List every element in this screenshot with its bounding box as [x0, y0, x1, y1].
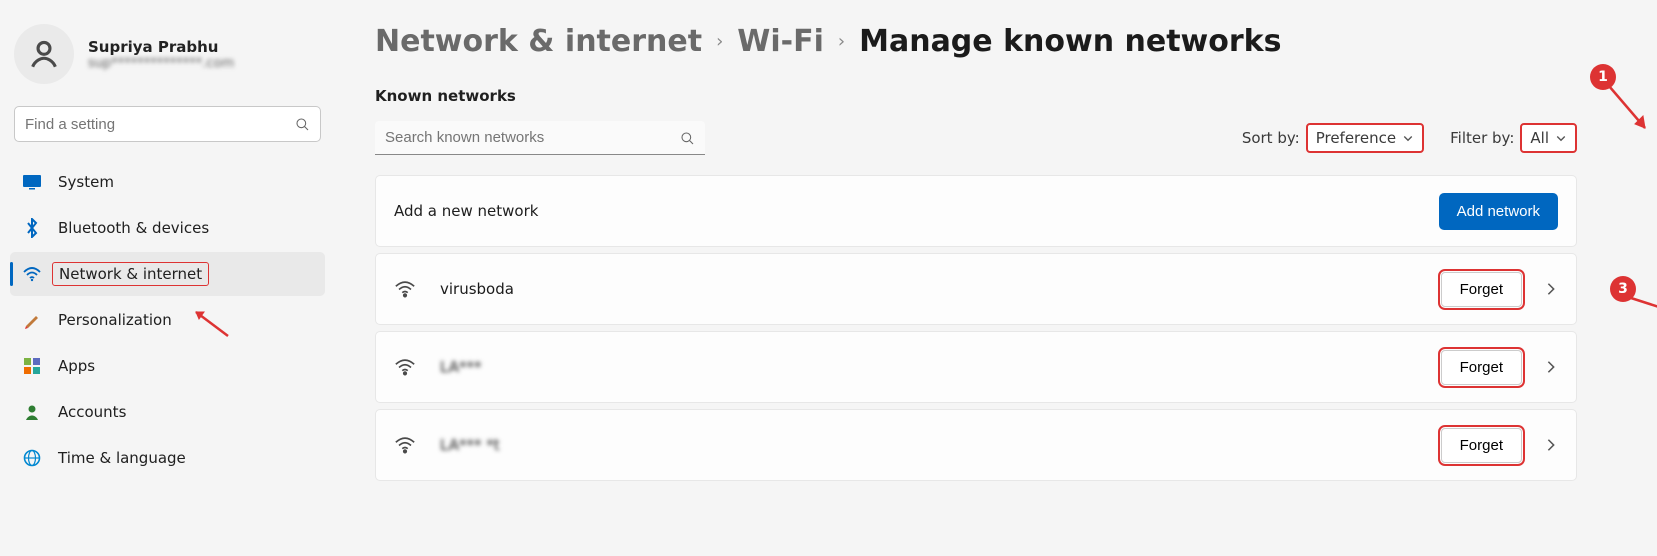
wifi-signal-icon: [394, 434, 416, 456]
sort-by-dropdown[interactable]: Preference: [1306, 123, 1424, 153]
time-language-icon: [22, 448, 42, 468]
search-known-networks-input[interactable]: [385, 129, 679, 146]
nav-item-label: System: [58, 173, 114, 191]
nav-item-accounts[interactable]: Accounts: [10, 390, 325, 434]
page-title: Manage known networks: [859, 24, 1281, 59]
wifi-signal-icon: [394, 278, 416, 300]
nav-item-label: Apps: [58, 357, 95, 375]
nav-item-system[interactable]: System: [10, 160, 325, 204]
network-name: LA***: [440, 358, 481, 376]
main-content: Network & internet › Wi-Fi › Manage know…: [335, 0, 1657, 556]
settings-search-input[interactable]: [25, 116, 294, 133]
network-card[interactable]: LA*** *t Forget: [375, 409, 1577, 481]
sort-by-value: Preference: [1316, 129, 1396, 147]
filter-by-dropdown[interactable]: All: [1520, 123, 1577, 153]
nav-item-label: Personalization: [58, 311, 172, 329]
nav-item-label: Network & internet: [52, 262, 209, 286]
sort-by-label: Sort by:: [1242, 129, 1300, 147]
search-icon: [679, 130, 695, 146]
nav-item-time-language[interactable]: Time & language: [10, 436, 325, 480]
filter-by-control: Filter by: All: [1450, 123, 1577, 153]
chevron-right-icon: ›: [838, 31, 845, 52]
forget-button[interactable]: Forget: [1441, 272, 1522, 307]
sort-by-control: Sort by: Preference: [1242, 123, 1424, 153]
network-card[interactable]: virusboda Forget: [375, 253, 1577, 325]
nav-item-network[interactable]: Network & internet: [10, 252, 325, 296]
add-network-button[interactable]: Add network: [1439, 193, 1558, 230]
add-network-card: Add a new network Add network: [375, 175, 1577, 247]
accounts-icon: [22, 402, 42, 422]
nav-item-label: Accounts: [58, 403, 126, 421]
nav-item-apps[interactable]: Apps: [10, 344, 325, 388]
section-title: Known networks: [375, 87, 1577, 105]
settings-search[interactable]: [14, 106, 321, 142]
filter-by-value: All: [1530, 129, 1549, 147]
breadcrumb-network[interactable]: Network & internet: [375, 24, 702, 59]
annotation-arrow: [190, 308, 230, 338]
chevron-down-icon: [1402, 132, 1414, 144]
breadcrumb-wifi[interactable]: Wi-Fi: [737, 24, 824, 59]
annotation-badge-1: 1: [1590, 64, 1616, 90]
user-email: sup**************.com: [88, 56, 234, 71]
chevron-right-icon[interactable]: [1544, 360, 1558, 374]
forget-button[interactable]: Forget: [1441, 350, 1522, 385]
user-profile[interactable]: Supriya Prabhu sup**************.com: [10, 18, 325, 102]
chevron-right-icon[interactable]: [1544, 282, 1558, 296]
person-icon: [27, 37, 61, 71]
nav-item-personalization[interactable]: Personalization: [10, 298, 325, 342]
network-name: LA*** *t: [440, 436, 500, 454]
nav-item-label: Time & language: [58, 449, 186, 467]
chevron-down-icon: [1555, 132, 1567, 144]
nav-item-bluetooth[interactable]: Bluetooth & devices: [10, 206, 325, 250]
network-name: virusboda: [440, 280, 514, 298]
filter-by-label: Filter by:: [1450, 129, 1514, 147]
avatar: [14, 24, 74, 84]
search-known-networks[interactable]: [375, 121, 705, 155]
annotation-badge-3: 3: [1610, 276, 1636, 302]
chevron-right-icon[interactable]: [1544, 438, 1558, 452]
search-icon: [294, 116, 310, 132]
chevron-right-icon: ›: [716, 31, 723, 52]
breadcrumb: Network & internet › Wi-Fi › Manage know…: [375, 24, 1577, 59]
personalization-icon: [22, 310, 42, 330]
forget-button[interactable]: Forget: [1441, 428, 1522, 463]
annotation-arrow: [1605, 84, 1655, 138]
nav-item-label: Bluetooth & devices: [58, 219, 209, 237]
add-network-label: Add a new network: [394, 202, 538, 220]
settings-nav: System Bluetooth & devices Network & int…: [10, 160, 325, 480]
settings-sidebar: Supriya Prabhu sup**************.com Sys…: [0, 0, 335, 556]
user-name: Supriya Prabhu: [88, 38, 234, 56]
wifi-signal-icon: [394, 356, 416, 378]
bluetooth-icon: [22, 218, 42, 238]
wifi-icon: [22, 264, 42, 284]
system-icon: [22, 172, 42, 192]
network-card[interactable]: LA*** Forget: [375, 331, 1577, 403]
apps-icon: [22, 356, 42, 376]
